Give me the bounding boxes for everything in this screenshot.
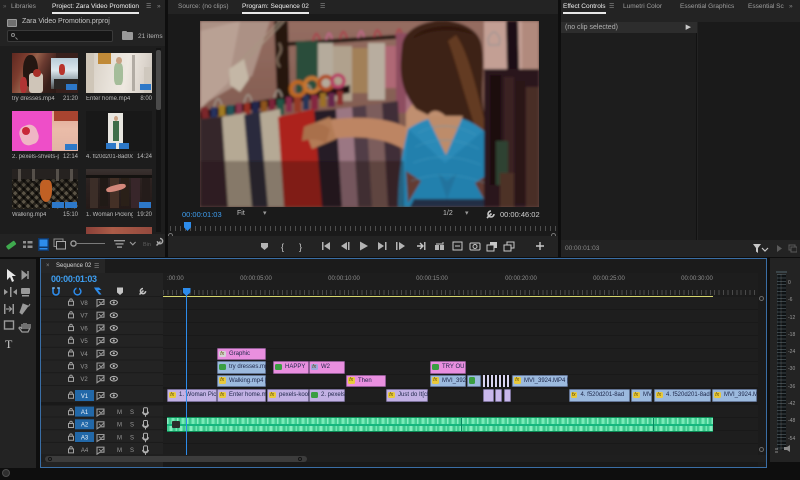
svg-text:V6: V6 (80, 326, 88, 332)
svg-text:M: M (117, 448, 122, 454)
svg-text:V4: V4 (80, 352, 88, 358)
svg-text:S: S (130, 423, 134, 429)
svg-text:A3: A3 (81, 435, 89, 441)
svg-text:V8: V8 (80, 301, 88, 307)
svg-text:T: T (5, 337, 13, 351)
svg-text:V7: V7 (80, 314, 88, 320)
svg-text:S: S (130, 435, 134, 441)
svg-text:A1: A1 (81, 410, 89, 416)
svg-text:V5: V5 (80, 339, 88, 345)
svg-text:V2: V2 (80, 377, 88, 383)
svg-text:}: } (299, 242, 302, 252)
svg-text:M: M (117, 410, 122, 416)
svg-text:A4: A4 (81, 448, 89, 454)
svg-text:M: M (117, 423, 122, 429)
svg-text:V1: V1 (81, 394, 89, 400)
svg-text:S: S (130, 410, 134, 416)
svg-text:S: S (130, 448, 134, 454)
svg-text:Bin: Bin (143, 242, 151, 248)
svg-text:V3: V3 (80, 365, 88, 371)
svg-text:A2: A2 (81, 423, 89, 429)
svg-text:{: { (281, 242, 284, 252)
svg-text:M: M (117, 435, 122, 441)
